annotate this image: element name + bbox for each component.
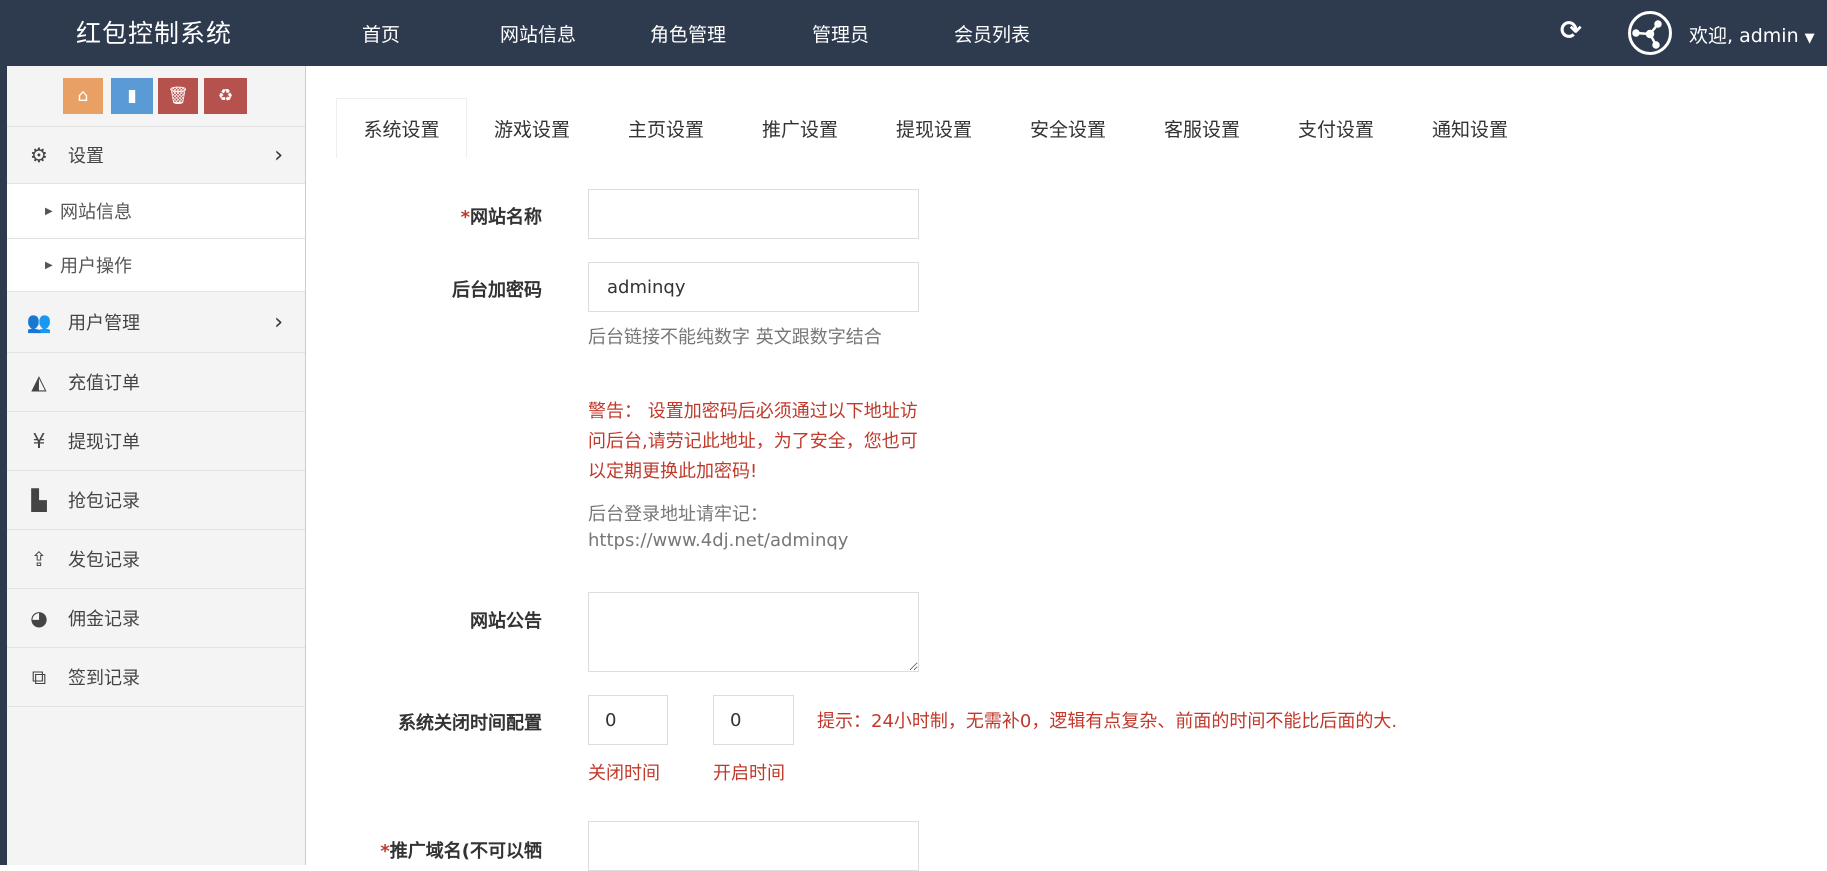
trash-button[interactable]: 🗑 [158, 78, 198, 114]
yen-icon: ¥ [32, 429, 46, 453]
left-strip [0, 66, 7, 865]
caret-down-icon: ▼ [1804, 31, 1815, 46]
users-icon: 👥 [26, 310, 52, 334]
open-time-caption: 开启时间 [713, 763, 785, 784]
avatar[interactable] [1628, 11, 1672, 55]
notice-textarea[interactable] [588, 592, 919, 672]
sidebar-item-send-records[interactable]: ⇪ 发包记录 [7, 530, 305, 589]
sidebar-item-withdraw-orders[interactable]: ¥ 提现订单 [7, 412, 305, 471]
tab-promo-settings[interactable]: 推广设置 [762, 98, 838, 158]
sidebar-item-label: 佣金记录 [68, 609, 140, 630]
admin-code-warning: 警告： 设置加密码后必须通过以下地址访问后台,请劳记此地址，为了安全，您也可以定… [588, 401, 918, 482]
sidebar-subitem-site-info[interactable]: ▶ 网站信息 [7, 184, 305, 239]
tab-service-settings[interactable]: 客服设置 [1164, 98, 1240, 158]
sidebar-item-label: 充值订单 [68, 373, 140, 394]
sidebar: ⌂ ▮ 🗑 ♻ ⚙ 设置 › ▶ 网站信息 ▶ 用户操作 👥 用户管理 › ◭ 充值订单 ¥ 提… [7, 66, 306, 865]
file-icon: ▮ [127, 86, 137, 106]
site-name-input[interactable] [588, 189, 919, 239]
share-nodes-icon [1632, 20, 1662, 49]
sidebar-item-label: 设置 [68, 146, 104, 167]
recycle-icon: ♻ [217, 86, 234, 106]
tab-home-settings[interactable]: 主页设置 [628, 98, 704, 158]
sidebar-item-label: 网站信息 [60, 202, 132, 223]
gears-icon: ⚙ [30, 143, 48, 167]
tab-game-settings[interactable]: 游戏设置 [494, 98, 570, 158]
refresh-icon[interactable]: ⟳ [1560, 16, 1582, 46]
sidebar-item-label: 签到记录 [68, 668, 140, 689]
sidebar-item-user-management[interactable]: 👥 用户管理 › [7, 292, 305, 353]
promo-domain-input[interactable] [588, 821, 919, 871]
tab-withdraw-settings[interactable]: 提现设置 [896, 98, 972, 158]
user-menu[interactable]: 欢迎, admin ▼ [1689, 21, 1815, 48]
trash-icon: 🗑 [167, 86, 189, 106]
sidebar-item-grab-records[interactable]: ▙ 抢包记录 [7, 471, 305, 530]
close-time-label: 系统关闭时间配置 [398, 713, 542, 734]
nav-admins[interactable]: 管理员 [812, 20, 869, 47]
notice-label: 网站公告 [470, 611, 542, 632]
sidebar-item-settings[interactable]: ⚙ 设置 › [7, 126, 305, 184]
nav-role-management[interactable]: 角色管理 [650, 20, 726, 47]
close-time-caption: 关闭时间 [588, 763, 660, 784]
nav-member-list[interactable]: 会员列表 [954, 20, 1030, 47]
login-url-text: https://www.4dj.net/adminqy [588, 530, 849, 551]
site-name-label: *网站名称 [460, 207, 542, 228]
tab-notify-settings[interactable]: 通知设置 [1432, 98, 1508, 158]
tab-system-settings[interactable]: 系统设置 [336, 98, 467, 158]
promo-domain-label: *推广域名(不可以牺 [380, 841, 542, 862]
tab-security-settings[interactable]: 安全设置 [1030, 98, 1106, 158]
area-chart-icon: ◭ [31, 370, 47, 394]
chevron-right-icon: › [274, 309, 283, 335]
login-url-label: 后台登录地址请牢记： [588, 504, 768, 525]
close-time-hint: 提示：24小时制，无需补0，逻辑有点复杂、前面的时间不能比后面的大. [817, 711, 1398, 732]
sidebar-item-label: 提现订单 [68, 432, 140, 453]
sidebar-subitem-user-ops[interactable]: ▶ 用户操作 [7, 239, 305, 292]
upload-icon: ⇪ [30, 547, 48, 571]
admin-code-input[interactable] [588, 262, 919, 312]
recycle-button[interactable]: ♻ [204, 78, 247, 114]
sidebar-item-recharge-orders[interactable]: ◭ 充值订单 [7, 353, 305, 412]
clone-icon: ⧉ [31, 665, 47, 689]
welcome-text: 欢迎, admin [1689, 25, 1799, 47]
bar-chart-icon: ▙ [31, 488, 47, 512]
nav-site-info[interactable]: 网站信息 [500, 20, 576, 47]
tab-payment-settings[interactable]: 支付设置 [1298, 98, 1374, 158]
sidebar-item-commission-records[interactable]: ◕ 佣金记录 [7, 589, 305, 648]
sidebar-item-label: 发包记录 [68, 550, 140, 571]
brand-title: 红包控制系统 [76, 19, 233, 48]
sidebar-item-label: 用户操作 [60, 256, 132, 277]
admin-code-help: 后台链接不能纯数字 英文跟数字结合 [588, 327, 882, 348]
home-icon: ⌂ [77, 86, 89, 106]
top-header: 红包控制系统 首页 网站信息 角色管理 管理员 会员列表 ⟳ 欢迎, admin… [0, 0, 1827, 66]
login-url-block: 后台登录地址请牢记： https://www.4dj.net/adminqy [588, 502, 923, 554]
caret-right-icon: ▶ [45, 259, 53, 271]
chevron-right-icon: › [274, 142, 283, 168]
file-button[interactable]: ▮ [111, 78, 153, 114]
caret-right-icon: ▶ [45, 205, 53, 217]
home-button[interactable]: ⌂ [63, 78, 103, 114]
pie-chart-icon: ◕ [30, 606, 48, 630]
sidebar-item-label: 抢包记录 [68, 491, 140, 512]
nav-home[interactable]: 首页 [362, 20, 400, 47]
open-time-input[interactable] [713, 695, 794, 745]
sidebar-item-label: 用户管理 [68, 313, 140, 334]
close-time-input[interactable] [588, 695, 668, 745]
admin-code-label: 后台加密码 [452, 280, 542, 301]
sidebar-item-checkin-records[interactable]: ⧉ 签到记录 [7, 648, 305, 707]
